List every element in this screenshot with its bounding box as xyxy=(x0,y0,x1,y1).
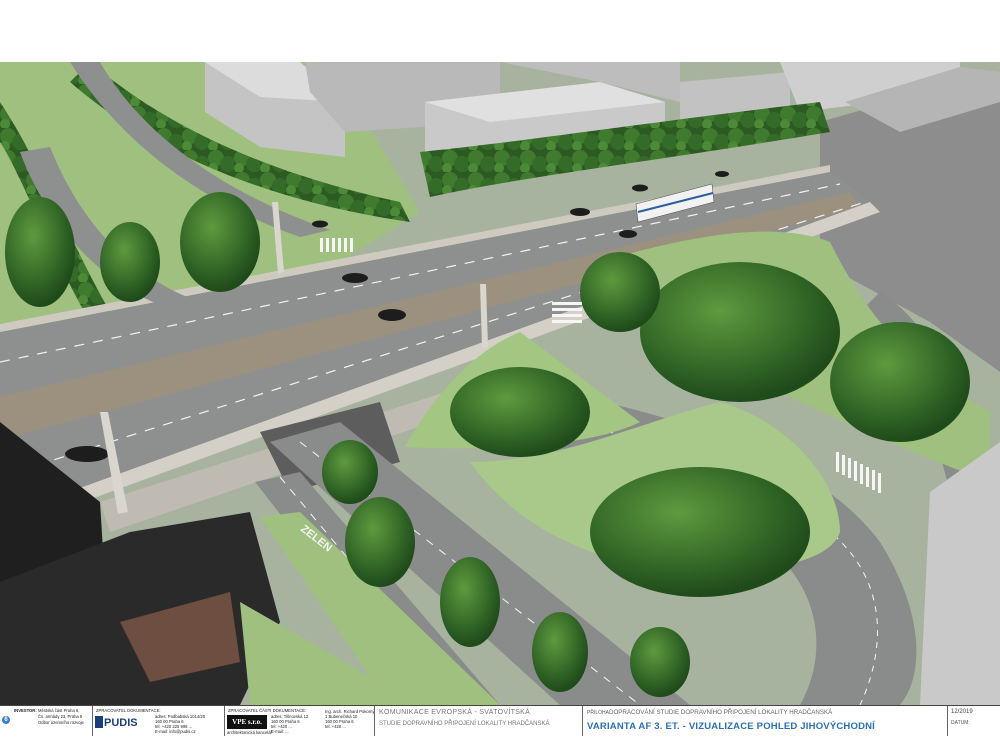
vpe-line-4: E-mail: ... xyxy=(271,729,289,734)
vpe-logo: VPE s.r.o. xyxy=(227,715,267,729)
visualization-render: ZELEN xyxy=(0,62,1000,705)
investor-label: INVESTOR: xyxy=(14,708,37,713)
pudis-logo-text: PUDIS xyxy=(104,717,138,729)
attachment-cell: PŘÍLOHA: DOPRACOVÁNÍ STUDIE DOPRAVNÍHO P… xyxy=(583,706,948,736)
project-subtitle: STUDIE DOPRAVNÍHO PŘIPOJENÍ LOKALITY HRA… xyxy=(379,721,550,727)
variant-title: VARIANTA AF 3. ET. - VIZUALIZACE POHLED … xyxy=(587,721,876,732)
investor-line-1: Městská část Praha 6, xyxy=(38,708,80,713)
title-block: 6 INVESTOR: Městská část Praha 6, Čs. ar… xyxy=(0,705,1000,750)
drawing-sheet: ZELEN 6 INVESTOR: Městská část Praha 6, … xyxy=(0,0,1000,750)
vpe-right-line-4: tel: +420 ... xyxy=(325,724,346,729)
pudis-logo-icon xyxy=(95,716,103,728)
investor-line-3: Odbor územního rozvoje xyxy=(38,720,84,725)
project-title: KOMUNIKACE EVROPSKÁ - SVATOVÍTSKÁ xyxy=(379,709,531,716)
attachment-text: DOPRACOVÁNÍ STUDIE DOPRAVNÍHO PŘIPOJENÍ … xyxy=(609,709,833,716)
zpracovatel-casti-label: ZPRACOVATEL ČÁSTI DOKUMENTACE: xyxy=(228,708,307,713)
aerial-scene: ZELEN xyxy=(0,62,1000,705)
zpracovatel-cell: ZPRACOVATEL DOKUMENTACE: PUDIS adres: Po… xyxy=(93,706,225,736)
date-label: DATUM: xyxy=(951,720,970,726)
zpracovatel-casti-cell: ZPRACOVATEL ČÁSTI DOKUMENTACE: VPE s.r.o… xyxy=(225,706,375,736)
vpe-subtext: architektonická kancelář xyxy=(227,730,272,735)
project-cell: KOMUNIKACE EVROPSKÁ - SVATOVÍTSKÁ STUDIE… xyxy=(375,706,583,736)
praha6-seal-icon: 6 xyxy=(2,716,10,724)
zpracovatel-label: ZPRACOVATEL DOKUMENTACE: xyxy=(96,708,161,713)
pudis-line-4: E-mail: info@pudis.cz xyxy=(155,729,196,734)
attachment-label: PŘÍLOHA: xyxy=(587,710,611,716)
date-value: 12/2019 xyxy=(951,709,973,715)
date-cell: 12/2019 DATUM: xyxy=(948,706,1000,736)
investor-cell: 6 INVESTOR: Městská část Praha 6, Čs. ar… xyxy=(0,706,93,736)
investor-line-2: Čs. armády 23, Praha 6 xyxy=(38,714,83,719)
